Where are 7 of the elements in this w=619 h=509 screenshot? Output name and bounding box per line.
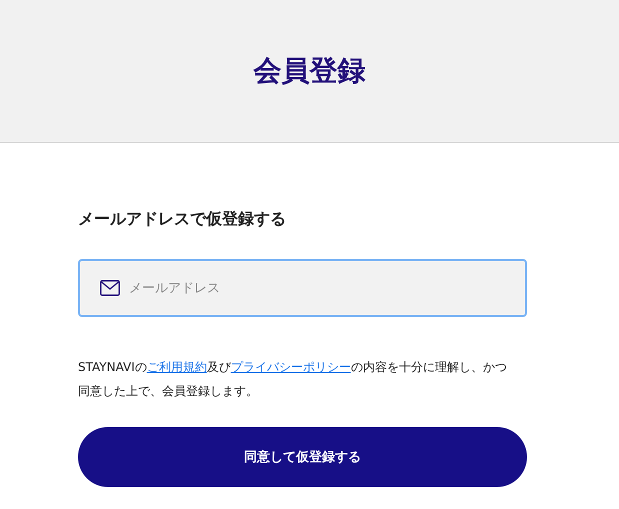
terms-link[interactable]: プライバシーポリシー <box>230 360 351 374</box>
submit-button[interactable]: 同意して仮登録する <box>78 427 527 487</box>
page-title: 会員登録 <box>254 53 366 89</box>
terms-link[interactable]: ご利用規約 <box>146 360 207 374</box>
agreement-text: STAYNAVIのご利用規約及びプライバシーポリシーの内容を十分に理解し、かつ同意した上で、会員登録します。 <box>78 359 508 400</box>
email-field[interactable]: メールアドレス <box>78 259 527 317</box>
section-title: メールアドレスで仮登録する <box>78 208 287 230</box>
